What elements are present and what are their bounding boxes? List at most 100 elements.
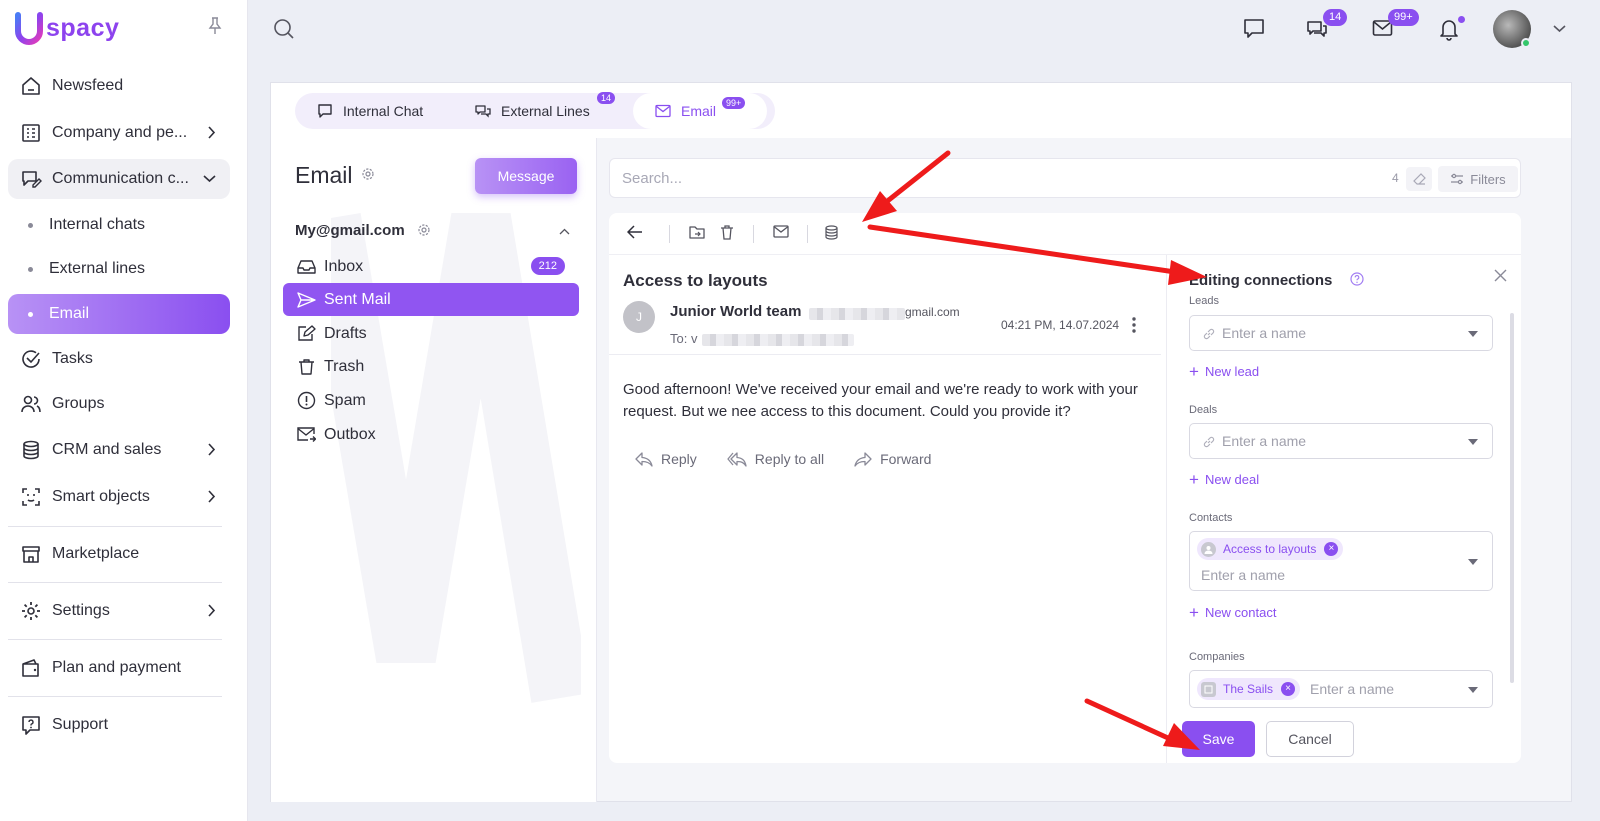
- tab-label: Internal Chat: [343, 103, 424, 119]
- sidebar-item-company[interactable]: Company and pe...: [8, 113, 230, 153]
- mail-icon[interactable]: [773, 225, 789, 238]
- tab-badge: 99+: [722, 97, 746, 109]
- sidebar: spacy Newsfeed Company and pe... Communi…: [0, 0, 248, 821]
- company-chip: The Sails ×: [1197, 678, 1301, 700]
- search-bar[interactable]: Search... 4 Filters: [609, 158, 1521, 198]
- sidebar-item-label: Internal chats: [49, 216, 146, 233]
- companies-input[interactable]: Enter a name: [1310, 681, 1394, 697]
- bell-icon[interactable]: [1438, 17, 1460, 41]
- companies-label: Companies: [1189, 651, 1245, 663]
- store-icon: [22, 546, 40, 563]
- search-icon[interactable]: [273, 18, 295, 40]
- gear-icon[interactable]: [417, 223, 431, 237]
- move-to-folder-icon[interactable]: [689, 225, 705, 239]
- database-icon: [23, 440, 39, 460]
- close-icon[interactable]: [1494, 269, 1507, 282]
- sidebar-item-settings[interactable]: Settings: [8, 591, 230, 631]
- caret-down-icon[interactable]: [1468, 687, 1478, 693]
- leads-field[interactable]: Enter a name: [1189, 315, 1493, 351]
- filters-button[interactable]: Filters: [1438, 166, 1518, 192]
- sidebar-item-communication[interactable]: Communication c...: [8, 159, 230, 199]
- database-connections-icon[interactable]: [824, 225, 839, 240]
- message-button[interactable]: Message: [475, 158, 577, 194]
- trash-icon[interactable]: [720, 225, 734, 240]
- sender-name: Junior World team: [670, 303, 802, 320]
- reply-all-button[interactable]: Reply to all: [727, 451, 824, 467]
- tab-email[interactable]: Email 99+: [633, 93, 767, 129]
- contacts-label: Contacts: [1189, 512, 1233, 524]
- sidebar-item-groups[interactable]: Groups: [8, 384, 230, 424]
- building-icon: [1201, 681, 1216, 697]
- sidebar-item-crm[interactable]: CRM and sales: [8, 430, 230, 470]
- new-deal-button[interactable]: + New deal: [1189, 471, 1259, 488]
- chats-badge: 14: [1323, 9, 1348, 26]
- sidebar-item-plan[interactable]: Plan and payment: [8, 648, 230, 688]
- companies-field[interactable]: The Sails × Enter a name: [1189, 670, 1493, 708]
- folder-label: Spam: [324, 391, 366, 409]
- deals-field[interactable]: Enter a name: [1189, 423, 1493, 459]
- clear-search-button[interactable]: [1406, 167, 1432, 191]
- search-input[interactable]: Search...: [622, 170, 682, 187]
- send-icon: [297, 291, 316, 308]
- chevron-up-icon[interactable]: [559, 228, 570, 235]
- redacted-text: [702, 334, 854, 346]
- new-contact-label: New contact: [1204, 605, 1277, 620]
- caret-down-icon[interactable]: [1468, 559, 1478, 565]
- sidebar-item-support[interactable]: Support: [8, 705, 230, 745]
- caret-down-icon[interactable]: [1468, 439, 1478, 445]
- deals-input[interactable]: Enter a name: [1222, 433, 1306, 449]
- folder-outbox[interactable]: Outbox: [283, 418, 579, 451]
- link-icon: [1203, 436, 1215, 448]
- save-button[interactable]: Save: [1182, 721, 1255, 757]
- remove-chip-icon[interactable]: ×: [1281, 682, 1296, 696]
- new-lead-button[interactable]: + New lead: [1189, 363, 1260, 380]
- folder-sent[interactable]: Sent Mail: [283, 283, 579, 316]
- folder-spam[interactable]: Spam: [283, 384, 579, 417]
- caret-down-icon[interactable]: [1468, 331, 1478, 337]
- chevron-down-icon[interactable]: [1553, 25, 1566, 33]
- folder-trash[interactable]: Trash: [283, 350, 579, 383]
- sidebar-item-external-lines[interactable]: External lines: [8, 249, 230, 289]
- leads-input[interactable]: Enter a name: [1222, 325, 1306, 341]
- sidebar-item-marketplace[interactable]: Marketplace: [8, 534, 230, 574]
- sidebar-item-internal-chats[interactable]: Internal chats: [8, 205, 230, 245]
- folder-drafts[interactable]: Drafts: [283, 317, 579, 350]
- edit-icon: [298, 325, 316, 341]
- sidebar-item-newsfeed[interactable]: Newsfeed: [8, 66, 230, 106]
- reply-icon: [635, 451, 653, 467]
- tab-external-lines[interactable]: External Lines 14: [475, 92, 616, 129]
- contacts-field[interactable]: Access to layouts × Enter a name: [1189, 531, 1493, 591]
- folder-label: Trash: [324, 357, 365, 375]
- pin-icon[interactable]: [208, 17, 222, 35]
- divider: [8, 696, 222, 697]
- forward-icon: [854, 451, 872, 467]
- tab-internal-chat[interactable]: Internal Chat: [317, 93, 423, 129]
- sidebar-item-tasks[interactable]: Tasks: [8, 339, 230, 379]
- logo[interactable]: spacy: [14, 10, 119, 46]
- back-arrow-icon[interactable]: [627, 225, 643, 239]
- sidebar-item-smart-objects[interactable]: Smart objects: [8, 477, 230, 517]
- contacts-input[interactable]: Enter a name: [1201, 567, 1285, 583]
- logo-mark-icon: [15, 12, 43, 45]
- new-lead-label: New lead: [1204, 364, 1260, 379]
- new-contact-button[interactable]: + New contact: [1189, 604, 1277, 621]
- chat-icon[interactable]: [1243, 17, 1265, 39]
- folder-inbox[interactable]: Inbox 212: [283, 250, 579, 283]
- cancel-button[interactable]: Cancel: [1266, 721, 1354, 757]
- forward-button[interactable]: Forward: [854, 451, 931, 467]
- help-icon[interactable]: [1350, 272, 1364, 286]
- account-name[interactable]: My@gmail.com: [295, 222, 405, 239]
- more-vertical-icon[interactable]: [1131, 316, 1137, 334]
- divider: [609, 354, 1161, 355]
- folder-label: Inbox: [324, 257, 364, 275]
- panel-title: Editing connections: [1189, 272, 1333, 289]
- sidebar-item-email[interactable]: Email: [8, 294, 230, 334]
- scrollbar[interactable]: [1510, 313, 1514, 683]
- email-subject: Access to layouts: [623, 271, 768, 290]
- email-date: 04:21 PM, 14.07.2024: [1001, 318, 1120, 332]
- gear-icon[interactable]: [361, 167, 375, 181]
- remove-chip-icon[interactable]: ×: [1324, 542, 1339, 556]
- reply-button[interactable]: Reply: [635, 451, 697, 467]
- editing-connections-panel: Editing connections Leads Enter a name +…: [1166, 255, 1521, 763]
- deals-label: Deals: [1189, 404, 1218, 416]
